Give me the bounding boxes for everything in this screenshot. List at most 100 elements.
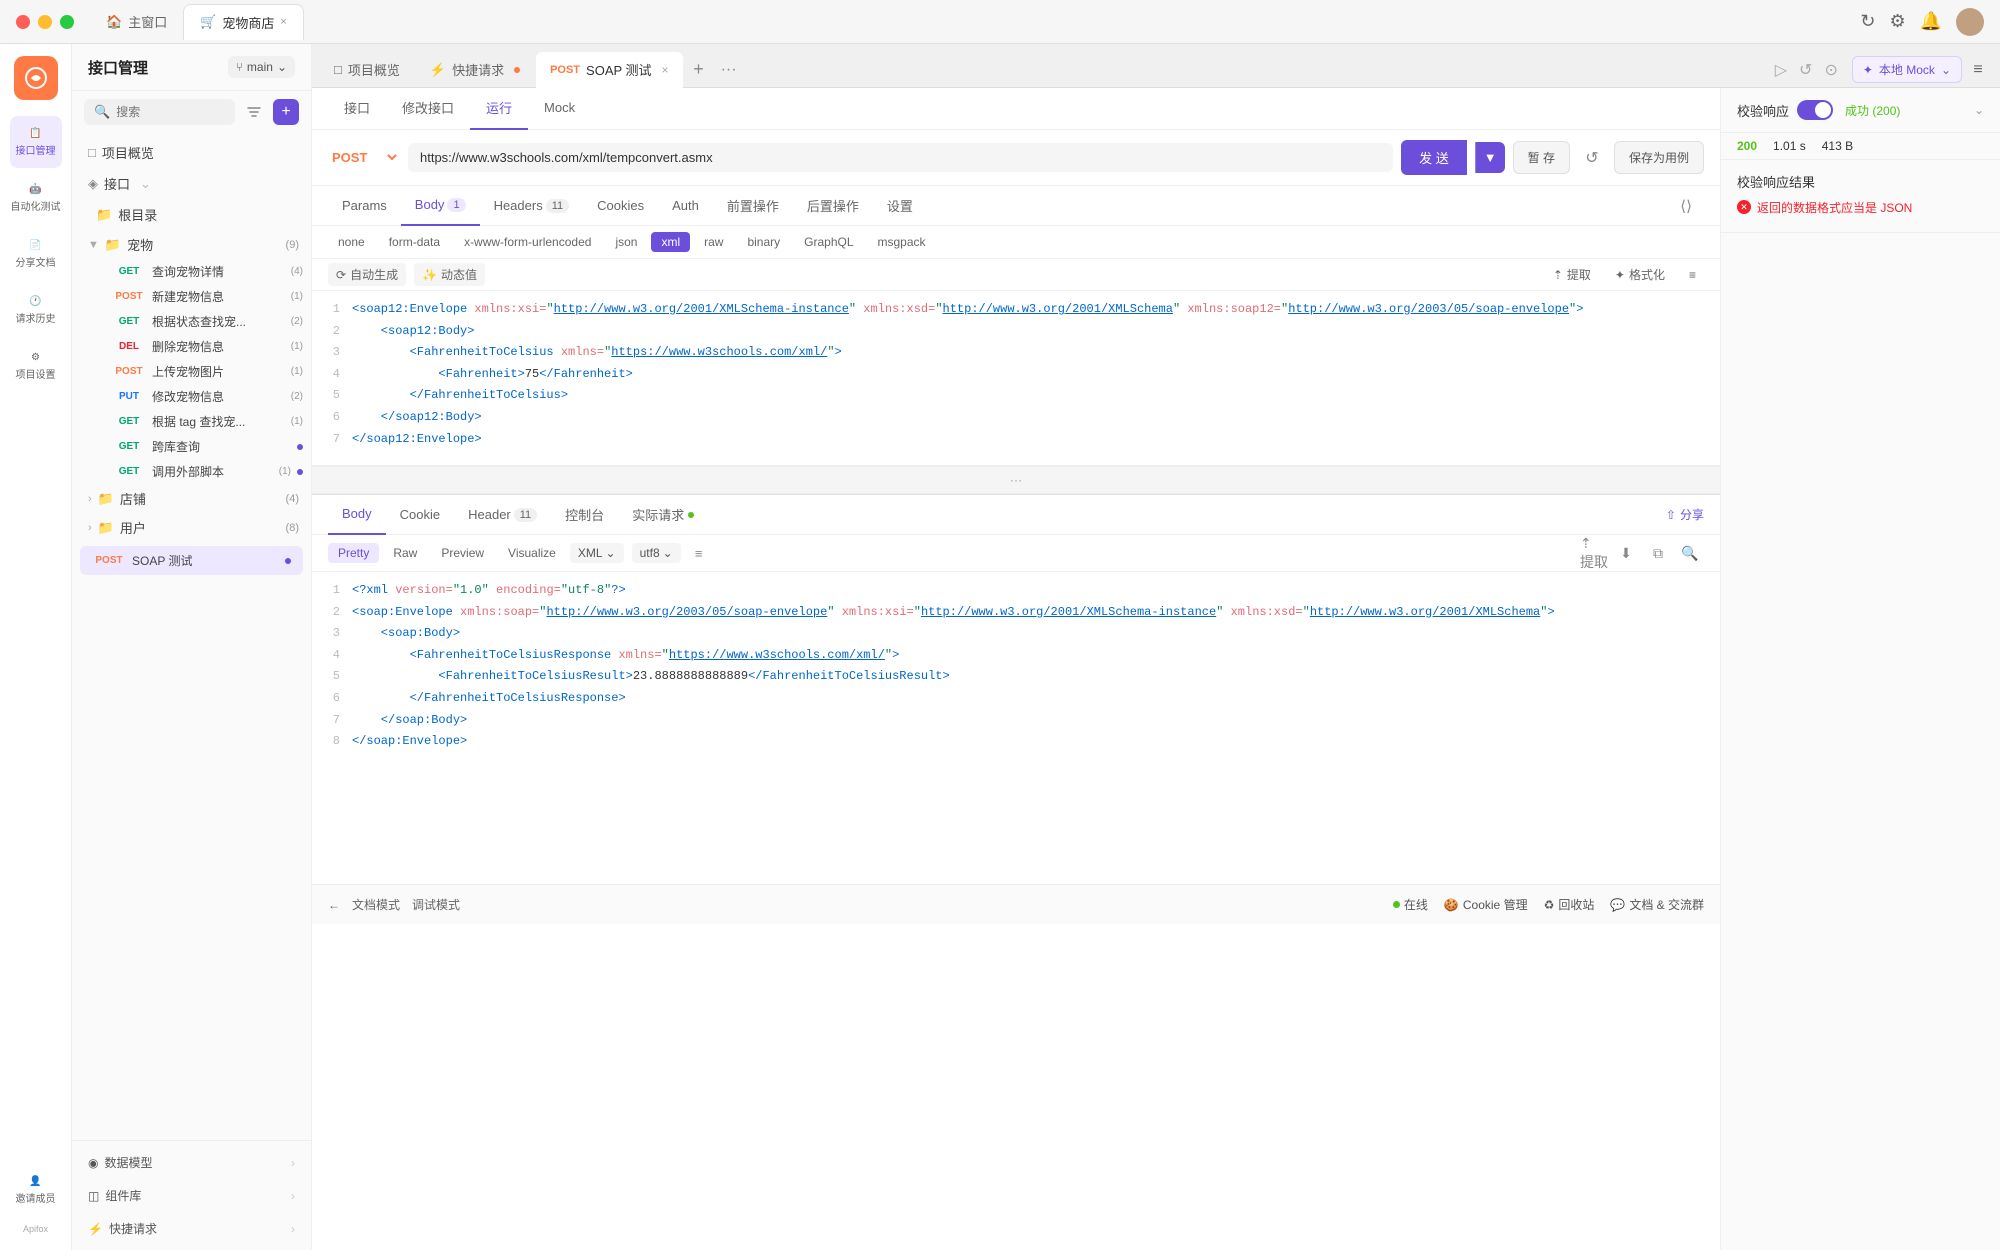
method-select[interactable]: POST GET PUT DELETE: [328, 149, 400, 166]
tab-close-button[interactable]: ×: [280, 16, 286, 28]
traffic-light-green[interactable]: [60, 15, 74, 29]
search-input[interactable]: [116, 105, 225, 119]
auto-gen-button[interactable]: ⟳ 自动生成: [328, 263, 406, 286]
doc-mode-button[interactable]: 文档模式: [352, 896, 400, 913]
tab-mock[interactable]: Mock: [528, 88, 591, 130]
resp-format-preview[interactable]: Preview: [431, 543, 494, 563]
code-view-button[interactable]: ⟨⟩: [1668, 186, 1704, 226]
back-button[interactable]: ←: [328, 898, 340, 912]
body-type-json[interactable]: json: [605, 232, 647, 252]
endpoint-get-tag[interactable]: GET 根据 tag 查找宠... (1): [100, 409, 311, 434]
endpoint-get-cross[interactable]: GET 跨库查询: [100, 434, 311, 459]
sub-tab-headers[interactable]: Headers 11: [480, 186, 584, 226]
body-type-urlencoded[interactable]: x-www-form-urlencoded: [454, 232, 601, 252]
sidebar-item-history[interactable]: 🕐 请求历史: [10, 284, 62, 336]
sort-button[interactable]: ≡: [1681, 265, 1704, 285]
page-tab-soap-test[interactable]: POST SOAP 测试 ×: [536, 52, 682, 88]
nav-item-root[interactable]: 📁 根目录: [72, 199, 311, 230]
sub-tab-cookies[interactable]: Cookies: [583, 186, 658, 226]
bell-icon[interactable]: 🔔: [1920, 11, 1942, 32]
sub-tab-params[interactable]: Params: [328, 186, 401, 226]
cookie-mgmt-button[interactable]: 🍪 Cookie 管理: [1444, 896, 1528, 913]
nav-item-project-overview[interactable]: □ 项目概览: [72, 137, 311, 168]
endpoint-get-pet-status[interactable]: GET 根据状态查找宠... (2): [100, 309, 311, 334]
body-type-msgpack[interactable]: msgpack: [868, 232, 936, 252]
resp-tab-cookie[interactable]: Cookie: [386, 495, 454, 535]
nav-bottom-data-model[interactable]: ◉ 数据模型 ›: [88, 1149, 295, 1176]
extract-button[interactable]: ⇡ 提取: [1545, 263, 1599, 286]
format-button[interactable]: ✦ 格式化: [1607, 263, 1673, 286]
store-folder-header[interactable]: › 📁 店铺 (4): [72, 484, 311, 513]
add-tab-button[interactable]: +: [685, 56, 713, 84]
nav-bottom-quick-req[interactable]: ⚡ 快捷请求 ›: [88, 1215, 295, 1242]
sidebar-item-api-mgmt[interactable]: 📋 接口管理: [10, 116, 62, 168]
nav-item-api-list[interactable]: ◈ 接口 ⌄: [72, 168, 311, 199]
share-button[interactable]: ⇧ 分享: [1666, 506, 1704, 523]
refresh-icon[interactable]: ↻: [1860, 11, 1875, 32]
pet-folder-header[interactable]: ▼ 📁 宠物 (9): [72, 230, 311, 259]
sub-tab-body[interactable]: Body 1: [401, 186, 480, 226]
sidebar-item-project-settings[interactable]: ⚙ 项目设置: [10, 340, 62, 392]
traffic-light-red[interactable]: [16, 15, 30, 29]
page-tab-quick-req[interactable]: ⚡ 快捷请求: [416, 52, 534, 88]
tab-edit-interface[interactable]: 修改接口: [386, 88, 470, 130]
resp-search-button[interactable]: 🔍: [1676, 539, 1704, 567]
endpoint-put-pet[interactable]: PUT 修改宠物信息 (2): [100, 384, 311, 409]
endpoint-post-upload[interactable]: POST 上传宠物图片 (1): [100, 359, 311, 384]
add-api-button[interactable]: +: [273, 99, 299, 125]
endpoint-get-external[interactable]: GET 调用外部脚本 (1): [100, 459, 311, 484]
right-panel-dropdown[interactable]: ⌄: [1974, 103, 1984, 117]
tab-home[interactable]: 🏠 主窗口: [90, 4, 183, 40]
menu-button[interactable]: ≡: [1964, 56, 1992, 84]
temp-save-button[interactable]: 暂 存: [1513, 141, 1570, 174]
sub-tab-post-ops[interactable]: 后置操作: [793, 186, 873, 226]
user-folder-header[interactable]: › 📁 用户 (8): [72, 513, 311, 542]
community-button[interactable]: 💬 文档 & 交流群: [1610, 896, 1704, 913]
settings-gear-icon[interactable]: ⊙: [1824, 60, 1837, 80]
body-type-binary[interactable]: binary: [737, 232, 790, 252]
url-input[interactable]: [420, 150, 1381, 165]
online-status[interactable]: 在线: [1393, 896, 1428, 913]
tab-run[interactable]: 运行: [470, 88, 528, 130]
resp-tab-header[interactable]: Header 11: [454, 495, 551, 535]
resp-toolbar-extra-icon[interactable]: ≡: [685, 539, 713, 567]
resp-encoding-selector[interactable]: utf8 ⌄: [632, 543, 681, 563]
send-button[interactable]: 发 送: [1401, 140, 1467, 175]
dynamic-value-button[interactable]: ✨ 动态值: [414, 263, 485, 286]
resp-tab-console[interactable]: 控制台: [551, 495, 618, 535]
body-type-none[interactable]: none: [328, 232, 375, 252]
sub-tab-auth[interactable]: Auth: [658, 186, 713, 226]
resp-format-pretty[interactable]: Pretty: [328, 543, 379, 563]
endpoint-soap-test[interactable]: POST SOAP 测试: [80, 546, 303, 575]
recycle-button[interactable]: ♻ 回收站: [1544, 896, 1595, 913]
endpoint-get-pet-detail[interactable]: GET 查询宠物详情 (4): [100, 259, 311, 284]
tab-interface[interactable]: 接口: [328, 88, 386, 130]
sub-tab-pre-ops[interactable]: 前置操作: [713, 186, 793, 226]
page-tab-close-icon[interactable]: ×: [662, 63, 669, 77]
filter-button[interactable]: [241, 99, 267, 125]
reload-icon[interactable]: ↺: [1799, 60, 1812, 80]
sub-tab-settings[interactable]: 设置: [873, 186, 927, 226]
save-example-button[interactable]: 保存为用例: [1614, 141, 1704, 174]
avatar[interactable]: [1956, 8, 1984, 36]
debug-mode-button[interactable]: 调试模式: [412, 896, 460, 913]
tab-petstore[interactable]: 🛒 宠物商店 ×: [183, 4, 304, 40]
split-divider[interactable]: ···: [312, 466, 1720, 494]
mock-button[interactable]: ✦ 本地 Mock ⌄: [1852, 56, 1962, 83]
reset-button[interactable]: ↺: [1578, 144, 1606, 172]
resp-tab-actual-req[interactable]: 实际请求: [618, 495, 708, 535]
settings-icon[interactable]: ⚙: [1889, 11, 1905, 32]
sidebar-item-share-doc[interactable]: 📄 分享文档: [10, 228, 62, 280]
sidebar-item-invite[interactable]: 👤 邀请成员: [10, 1164, 62, 1216]
traffic-light-yellow[interactable]: [38, 15, 52, 29]
resp-copy-button[interactable]: ⧉: [1644, 539, 1672, 567]
endpoint-del-pet[interactable]: DEL 删除宠物信息 (1): [100, 334, 311, 359]
endpoint-post-new-pet[interactable]: POST 新建宠物信息 (1): [100, 284, 311, 309]
body-type-form-data[interactable]: form-data: [379, 232, 450, 252]
request-body-editor[interactable]: 1 <soap12:Envelope xmlns:xsi="http://www…: [312, 291, 1720, 466]
send-dropdown-button[interactable]: ▼: [1475, 142, 1505, 173]
resp-extract-button[interactable]: ⇡ 提取: [1580, 539, 1608, 567]
page-tab-project-overview[interactable]: □ 项目概览: [320, 52, 414, 88]
nav-search-box[interactable]: 🔍: [84, 99, 235, 125]
resp-format-visualize[interactable]: Visualize: [498, 543, 566, 563]
